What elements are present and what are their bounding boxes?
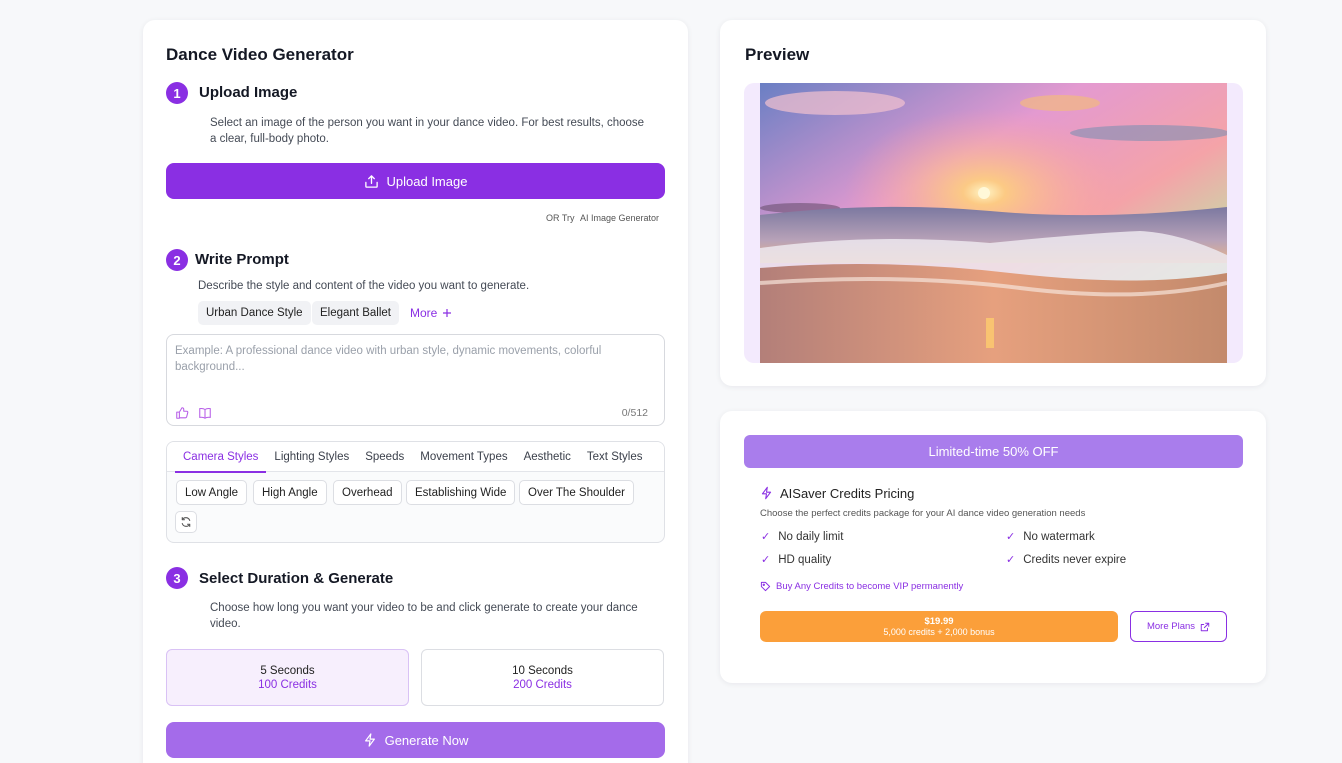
more-prompts-button[interactable]: More bbox=[410, 306, 452, 320]
vip-note-text: Buy Any Credits to become VIP permanentl… bbox=[776, 581, 964, 592]
check-icon: ✓ bbox=[761, 554, 771, 566]
preview-image bbox=[760, 83, 1227, 363]
lightning-icon bbox=[761, 486, 772, 500]
prompt-char-counter: 0/512 bbox=[621, 407, 648, 419]
duration-credits: 100 Credits bbox=[258, 678, 317, 691]
duration-5-seconds[interactable]: 5 Seconds 100 Credits bbox=[166, 649, 409, 706]
upload-icon bbox=[364, 174, 378, 188]
step-2-description: Describe the style and content of the vi… bbox=[198, 280, 530, 292]
pricing-description: Choose the perfect credits package for y… bbox=[760, 508, 1086, 519]
step-3-badge: 3 bbox=[166, 567, 188, 589]
step-1-description: Select an image of the person you want i… bbox=[210, 117, 645, 145]
prompt-chip-urban[interactable]: Urban Dance Style bbox=[198, 301, 311, 325]
refresh-icon bbox=[181, 516, 191, 528]
style-option-overhead[interactable]: Overhead bbox=[333, 480, 402, 505]
plus-icon bbox=[443, 309, 452, 317]
feature-label: No daily limit bbox=[778, 530, 844, 543]
tab-speeds[interactable]: Speeds bbox=[357, 442, 412, 472]
preview-frame bbox=[744, 83, 1243, 363]
tab-lighting-styles[interactable]: Lighting Styles bbox=[266, 442, 357, 472]
thumbs-up-icon[interactable] bbox=[175, 406, 189, 420]
feature-item: ✓ Credits never expire bbox=[1006, 553, 1127, 567]
feature-item: ✓ No watermark bbox=[1006, 530, 1095, 544]
step-2-title: Write Prompt bbox=[195, 251, 289, 268]
duration-10-seconds[interactable]: 10 Seconds 200 Credits bbox=[421, 649, 664, 706]
check-icon: ✓ bbox=[1006, 531, 1016, 543]
upload-button-label: Upload Image bbox=[386, 173, 468, 189]
step-3-title: Select Duration & Generate bbox=[199, 570, 394, 587]
generate-button-label: Generate Now bbox=[384, 732, 469, 748]
feature-label: No watermark bbox=[1023, 530, 1095, 543]
duration-label: 5 Seconds bbox=[260, 664, 315, 677]
tab-camera-styles[interactable]: Camera Styles bbox=[175, 442, 267, 473]
pricing-title: AISaver Credits Pricing bbox=[780, 486, 915, 501]
upload-image-button[interactable]: Upload Image bbox=[166, 163, 665, 199]
buy-credits-button[interactable]: $19.99 5,000 credits + 2,000 bonus bbox=[760, 611, 1118, 642]
prompt-chip-ballet[interactable]: Elegant Ballet bbox=[312, 301, 399, 325]
external-link-icon bbox=[1200, 622, 1210, 631]
style-option-high-angle[interactable]: High Angle bbox=[253, 480, 327, 505]
style-option-establishing-wide[interactable]: Establishing Wide bbox=[406, 480, 516, 505]
ai-image-generator-link[interactable]: AI Image Generator bbox=[580, 213, 659, 223]
tab-movement-types[interactable]: Movement Types bbox=[412, 442, 515, 472]
tab-text-styles[interactable]: Text Styles bbox=[579, 442, 651, 472]
page-title: Dance Video Generator bbox=[166, 45, 354, 64]
generator-panel: Dance Video Generator 1 Upload Image Sel… bbox=[143, 20, 688, 763]
lightning-icon bbox=[364, 733, 375, 747]
promo-banner: Limited-time 50% OFF bbox=[744, 435, 1243, 468]
prompt-input[interactable] bbox=[175, 343, 655, 393]
preview-title: Preview bbox=[745, 45, 810, 64]
feature-item: ✓ HD quality bbox=[761, 553, 832, 567]
feature-label: HD quality bbox=[778, 553, 832, 566]
price-detail: 5,000 credits + 2,000 bonus bbox=[883, 627, 995, 637]
book-icon[interactable] bbox=[198, 406, 212, 420]
step-1-badge: 1 bbox=[166, 82, 188, 104]
step-1-title: Upload Image bbox=[199, 84, 298, 101]
pricing-panel: Limited-time 50% OFF AISaver Credits Pri… bbox=[720, 411, 1266, 683]
or-try-label: OR Try bbox=[546, 213, 575, 223]
step-2-badge: 2 bbox=[166, 249, 188, 271]
check-icon: ✓ bbox=[1006, 554, 1016, 566]
price-amount: $19.99 bbox=[924, 616, 954, 627]
vip-note: Buy Any Credits to become VIP permanentl… bbox=[760, 581, 963, 592]
tag-icon bbox=[760, 581, 771, 592]
duration-credits: 200 Credits bbox=[513, 678, 572, 691]
generate-now-button[interactable]: Generate Now bbox=[166, 722, 665, 758]
more-plans-label: More Plans bbox=[1146, 621, 1196, 632]
tab-aesthetic[interactable]: Aesthetic bbox=[516, 442, 579, 472]
more-plans-button[interactable]: More Plans bbox=[1130, 611, 1227, 642]
duration-label: 10 Seconds bbox=[512, 664, 573, 677]
step-3-description: Choose how long you want your video to b… bbox=[210, 602, 638, 630]
or-try-note: OR Try AI Image Generator bbox=[546, 213, 659, 223]
style-tabs: Camera Styles Lighting Styles Speeds Mov… bbox=[167, 442, 664, 473]
feature-label: Credits never expire bbox=[1023, 553, 1127, 566]
style-option-over-the-shoulder[interactable]: Over The Shoulder bbox=[519, 480, 634, 505]
feature-item: ✓ No daily limit bbox=[761, 530, 844, 544]
style-option-low-angle[interactable]: Low Angle bbox=[176, 480, 248, 505]
more-label: More bbox=[410, 306, 438, 320]
check-icon: ✓ bbox=[761, 531, 771, 543]
refresh-styles-button[interactable] bbox=[175, 511, 197, 533]
preview-panel: Preview bbox=[720, 20, 1266, 386]
prompt-box: 0/512 bbox=[166, 334, 665, 426]
style-selector: Camera Styles Lighting Styles Speeds Mov… bbox=[166, 441, 665, 543]
